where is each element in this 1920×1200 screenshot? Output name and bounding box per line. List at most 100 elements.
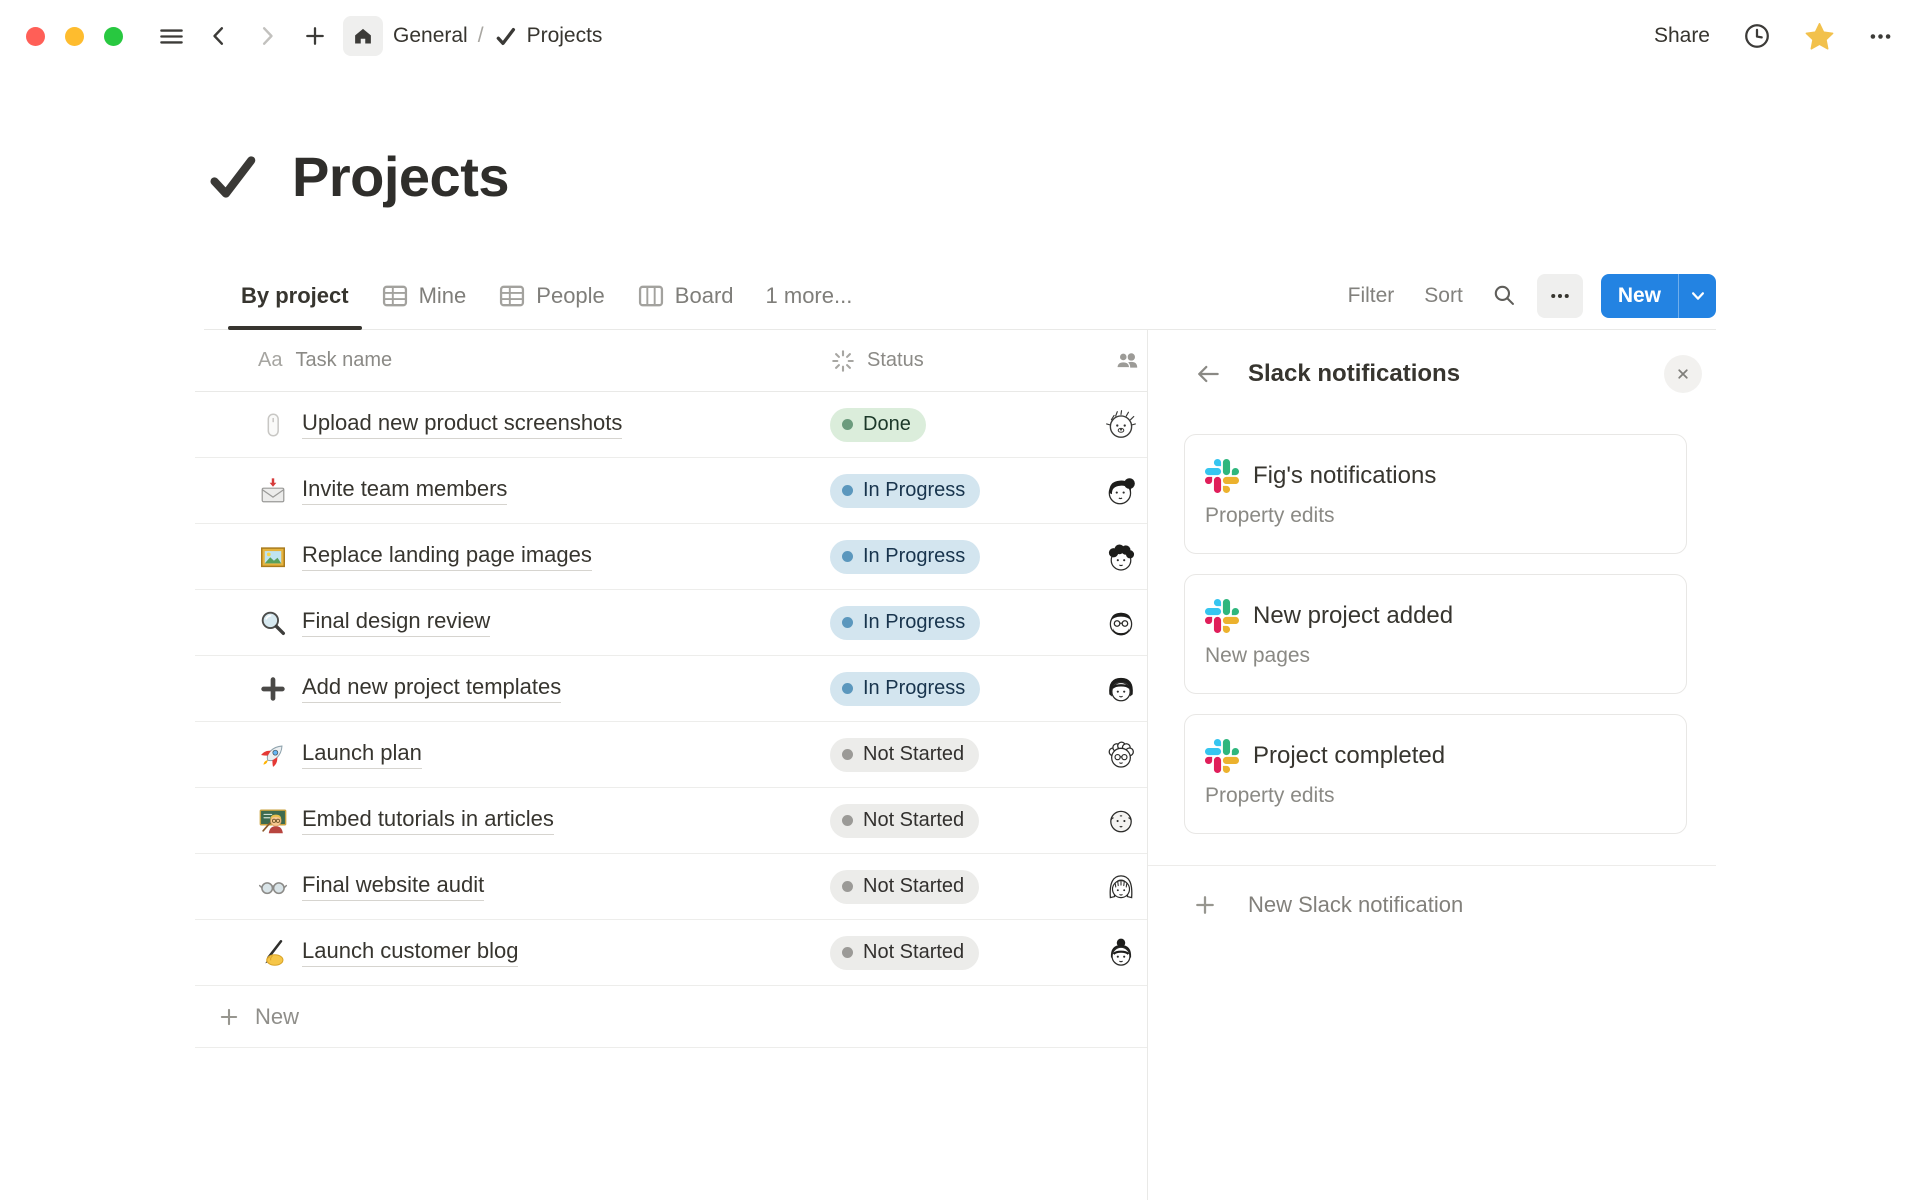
status-badge[interactable]: In Progress [830,474,980,508]
star-icon[interactable] [1804,21,1835,52]
new-button[interactable]: New [1601,274,1716,318]
task-name-cell[interactable]: Invite team members [195,476,830,506]
tab-mine[interactable]: Mine [368,262,480,329]
new-button-dropdown[interactable] [1679,274,1716,318]
share-button[interactable]: Share [1654,24,1710,48]
person-cell[interactable] [1098,672,1147,706]
task-name-cell[interactable]: Embed tutorials in articles [195,806,830,836]
breadcrumb-root[interactable]: General [393,24,468,48]
status-badge[interactable]: In Progress [830,606,980,640]
status-cell[interactable]: Not Started [830,936,1098,970]
task-name-link[interactable]: Replace landing page images [302,542,592,571]
search-button[interactable] [1483,274,1527,318]
search-icon [1491,282,1518,309]
column-header-status[interactable]: Status [830,348,1098,374]
status-cell[interactable]: Not Started [830,738,1098,772]
avatar[interactable] [1104,738,1138,772]
new-slack-notification-button[interactable]: New Slack notification [1148,866,1716,944]
clock-icon[interactable] [1742,21,1772,51]
task-name-link[interactable]: Launch plan [302,740,422,769]
column-header-task-name[interactable]: Aa Task name [195,349,830,372]
status-dot-icon [842,485,853,496]
close-window-button[interactable] [26,27,45,46]
page-title[interactable]: Projects [292,144,509,209]
new-row-button[interactable]: New [195,986,1147,1048]
person-cell[interactable] [1098,474,1147,508]
status-cell[interactable]: Not Started [830,804,1098,838]
view-options-button[interactable] [1537,274,1583,318]
avatar[interactable] [1104,408,1138,442]
status-cell[interactable]: Not Started [830,870,1098,904]
minimize-window-button[interactable] [65,27,84,46]
person-cell[interactable] [1098,936,1147,970]
task-name-link[interactable]: Invite team members [302,476,507,505]
person-cell[interactable] [1098,408,1147,442]
task-name-cell[interactable]: Replace landing page images [195,542,830,572]
avatar[interactable] [1104,540,1138,574]
person-cell[interactable] [1098,804,1147,838]
arrow-left-icon[interactable] [1194,360,1222,388]
forward-button[interactable] [247,16,287,56]
filter-button[interactable]: Filter [1338,284,1405,308]
home-button[interactable] [343,16,383,56]
status-badge[interactable]: Not Started [830,870,979,904]
task-name-cell[interactable]: Final website audit [195,872,830,902]
status-cell[interactable]: Done [830,408,1098,442]
task-name-link[interactable]: Add new project templates [302,674,561,703]
person-cell[interactable] [1098,738,1147,772]
status-badge[interactable]: In Progress [830,540,980,574]
task-name-link[interactable]: Upload new product screenshots [302,410,622,439]
status-badge[interactable]: Not Started [830,804,979,838]
person-cell[interactable] [1098,540,1147,574]
status-badge[interactable]: Done [830,408,926,442]
tab-board[interactable]: Board [624,262,747,329]
checkmark-icon[interactable] [204,149,260,205]
task-name-link[interactable]: Final website audit [302,872,484,901]
person-cell[interactable] [1098,606,1147,640]
avatar[interactable] [1104,804,1138,838]
sort-button[interactable]: Sort [1414,284,1473,308]
close-panel-button[interactable] [1664,355,1702,393]
status-badge[interactable]: Not Started [830,738,979,772]
nav-buttons [151,16,383,56]
sidebar-menu-button[interactable] [151,16,191,56]
status-cell[interactable]: In Progress [830,540,1098,574]
notification-card[interactable]: Project completed Property edits [1184,714,1687,834]
task-name-cell[interactable]: Launch plan [195,740,830,770]
person-cell[interactable] [1098,870,1147,904]
status-label: Not Started [863,809,964,832]
column-header-person[interactable] [1098,347,1147,374]
tab-label: People [536,283,605,309]
task-name-link[interactable]: Final design review [302,608,490,637]
task-name-link[interactable]: Launch customer blog [302,938,518,967]
new-button-label[interactable]: New [1601,274,1678,318]
notification-card[interactable]: Fig's notifications Property edits [1184,434,1687,554]
tab-by-project[interactable]: By project [228,262,362,329]
table-view-icon [498,282,526,310]
zoom-window-button[interactable] [104,27,123,46]
status-cell[interactable]: In Progress [830,474,1098,508]
status-cell[interactable]: In Progress [830,606,1098,640]
back-button[interactable] [199,16,239,56]
new-page-button[interactable] [295,16,335,56]
avatar[interactable] [1104,870,1138,904]
avatar[interactable] [1104,606,1138,640]
task-name-cell[interactable]: Upload new product screenshots [195,410,830,440]
status-cell[interactable]: In Progress [830,672,1098,706]
avatar[interactable] [1104,672,1138,706]
ellipsis-icon[interactable] [1867,23,1894,50]
breadcrumb-page[interactable]: Projects [494,24,603,48]
task-name-link[interactable]: Embed tutorials in articles [302,806,554,835]
task-name-cell[interactable]: Final design review [195,608,830,638]
status-badge[interactable]: Not Started [830,936,979,970]
task-name-cell[interactable]: Add new project templates [195,674,830,704]
tab-more-views[interactable]: 1 more... [753,262,866,329]
column-label: Task name [295,349,392,372]
notification-card[interactable]: New project added New pages [1184,574,1687,694]
task-name-cell[interactable]: Launch customer blog [195,938,830,968]
status-badge[interactable]: In Progress [830,672,980,706]
avatar[interactable] [1104,936,1138,970]
avatar[interactable] [1104,474,1138,508]
tab-people[interactable]: People [485,262,618,329]
status-label: Not Started [863,941,964,964]
